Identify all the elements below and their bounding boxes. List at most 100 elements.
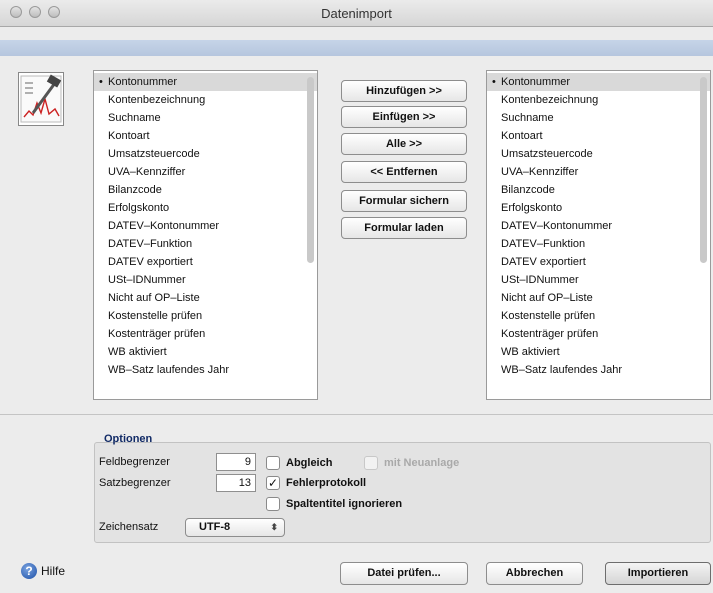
select-arrows-icon: ⬍	[270, 522, 278, 532]
list-item-label: Kostenstelle prüfen	[108, 310, 203, 322]
list-item[interactable]: UVA–Kennziffer	[487, 163, 710, 181]
available-fields-list[interactable]: • Kontonummer Kontenbezeichnung Suchname Kon…	[93, 70, 318, 400]
list-item-label: WB aktiviert	[501, 346, 560, 358]
neuanlage-checkbox[interactable]	[364, 456, 378, 470]
available-list-scrollbar[interactable]	[307, 77, 314, 263]
list-item[interactable]: USt–IDNummer	[487, 271, 710, 289]
list-item-label: UVA–Kennziffer	[501, 166, 579, 178]
record-delimiter-label: Satzbegrenzer	[99, 477, 171, 489]
add-all-button[interactable]: Alle >>	[341, 133, 467, 155]
list-item[interactable]: WB–Satz laufendes Jahr	[94, 361, 317, 379]
charset-select[interactable]: UTF-8 ⬍	[185, 518, 285, 537]
header-band	[0, 40, 713, 56]
list-item-label: DATEV–Funktion	[108, 238, 193, 250]
list-item[interactable]: DATEV exportiert	[94, 253, 317, 271]
spaltentitel-label: Spaltentitel ignorieren	[286, 498, 403, 510]
bullet-icon: •	[492, 76, 496, 88]
list-item[interactable]: Bilanzcode	[94, 181, 317, 199]
list-item-label: Suchname	[501, 112, 554, 124]
list-item-label: Kontenbezeichnung	[501, 94, 599, 106]
selected-list-scrollbar[interactable]	[700, 77, 707, 263]
list-item[interactable]: UVA–Kennziffer	[94, 163, 317, 181]
list-item[interactable]: Kostenstelle prüfen	[94, 307, 317, 325]
list-item[interactable]: Umsatzsteuercode	[487, 145, 710, 163]
help-label[interactable]: Hilfe	[41, 564, 65, 578]
add-button[interactable]: Hinzufügen >>	[341, 80, 467, 102]
options-title: Optionen	[104, 433, 153, 445]
list-item[interactable]: USt–IDNummer	[94, 271, 317, 289]
field-delimiter-input[interactable]: 9	[216, 453, 256, 471]
list-item-label: Kostenstelle prüfen	[501, 310, 596, 322]
list-item-label: Bilanzcode	[501, 184, 555, 196]
list-item-label: Suchname	[108, 112, 161, 124]
list-item[interactable]: Kostenträger prüfen	[94, 325, 317, 343]
list-item-label: Erfolgskonto	[501, 202, 563, 214]
charset-label: Zeichensatz	[99, 521, 159, 533]
fehlerprotokoll-checkbox[interactable]: ✓	[266, 476, 280, 490]
bullet-icon: •	[99, 76, 103, 88]
list-item-label: DATEV–Funktion	[501, 238, 586, 250]
list-item-label: Kontoart	[108, 130, 150, 142]
abgleich-checkbox[interactable]	[266, 456, 280, 470]
list-item-label: WB–Satz laufendes Jahr	[108, 364, 230, 376]
list-item-label: DATEV exportiert	[108, 256, 193, 268]
list-item[interactable]: Kontoart	[94, 127, 317, 145]
spaltentitel-checkbox[interactable]	[266, 497, 280, 511]
selected-fields-list[interactable]: • Kontonummer Kontenbezeichnung Suchname Kon…	[486, 70, 711, 400]
list-item-label: Nicht auf OP–Liste	[501, 292, 593, 304]
list-item-label: Kostenträger prüfen	[501, 328, 599, 340]
list-item[interactable]: DATEV–Funktion	[94, 235, 317, 253]
list-item[interactable]: Kostenstelle prüfen	[487, 307, 710, 325]
window-title: Datenimport	[321, 6, 392, 21]
help-icon[interactable]: ?	[21, 563, 37, 579]
list-item[interactable]: Kontenbezeichnung	[487, 91, 710, 109]
list-item[interactable]: WB aktiviert	[487, 343, 710, 361]
list-item[interactable]: DATEV–Kontonummer	[94, 217, 317, 235]
list-item[interactable]: Suchname	[94, 109, 317, 127]
abgleich-label: Abgleich	[286, 457, 333, 469]
list-item[interactable]: • Kontonummer	[487, 73, 710, 91]
section-divider	[0, 414, 713, 415]
load-form-button[interactable]: Formular laden	[341, 217, 467, 239]
check-mark-icon: ✓	[267, 476, 279, 490]
list-item-label: WB–Satz laufendes Jahr	[501, 364, 623, 376]
list-item[interactable]: Bilanzcode	[487, 181, 710, 199]
list-item-label: Kontonummer	[501, 76, 571, 88]
list-item[interactable]: DATEV–Funktion	[487, 235, 710, 253]
list-item-label: DATEV exportiert	[501, 256, 586, 268]
insert-button[interactable]: Einfügen >>	[341, 106, 467, 128]
list-item-label: Kontoart	[501, 130, 543, 142]
list-item[interactable]: WB–Satz laufendes Jahr	[487, 361, 710, 379]
list-item-label: Bilanzcode	[108, 184, 162, 196]
list-item[interactable]: Erfolgskonto	[487, 199, 710, 217]
list-item[interactable]: • Kontonummer	[94, 73, 317, 91]
list-item[interactable]: DATEV–Kontonummer	[487, 217, 710, 235]
import-button[interactable]: Importieren	[605, 562, 711, 585]
list-item-label: Umsatzsteuercode	[501, 148, 593, 160]
import-tool-icon	[18, 72, 64, 126]
list-item-label: DATEV–Kontonummer	[501, 220, 613, 232]
list-item[interactable]: Kontoart	[487, 127, 710, 145]
list-item-label: Nicht auf OP–Liste	[108, 292, 200, 304]
check-file-button[interactable]: Datei prüfen...	[340, 562, 468, 585]
list-item[interactable]: Umsatzsteuercode	[94, 145, 317, 163]
list-item[interactable]: Nicht auf OP–Liste	[94, 289, 317, 307]
list-item[interactable]: Kostenträger prüfen	[487, 325, 710, 343]
list-item[interactable]: DATEV exportiert	[487, 253, 710, 271]
list-item[interactable]: Suchname	[487, 109, 710, 127]
save-form-button[interactable]: Formular sichern	[341, 190, 467, 212]
record-delimiter-input[interactable]: 13	[216, 474, 256, 492]
remove-button[interactable]: << Entfernen	[341, 161, 467, 183]
field-delimiter-label: Feldbegrenzer	[99, 456, 170, 468]
list-item[interactable]: Kontenbezeichnung	[94, 91, 317, 109]
list-item-label: Kontonummer	[108, 76, 178, 88]
list-item-label: UVA–Kennziffer	[108, 166, 186, 178]
fehlerprotokoll-label: Fehlerprotokoll	[286, 477, 367, 489]
list-item[interactable]: Nicht auf OP–Liste	[487, 289, 710, 307]
list-item-label: DATEV–Kontonummer	[108, 220, 220, 232]
cancel-button[interactable]: Abbrechen	[486, 562, 583, 585]
list-item[interactable]: Erfolgskonto	[94, 199, 317, 217]
list-item-label: USt–IDNummer	[501, 274, 579, 286]
list-item-label: USt–IDNummer	[108, 274, 186, 286]
list-item[interactable]: WB aktiviert	[94, 343, 317, 361]
